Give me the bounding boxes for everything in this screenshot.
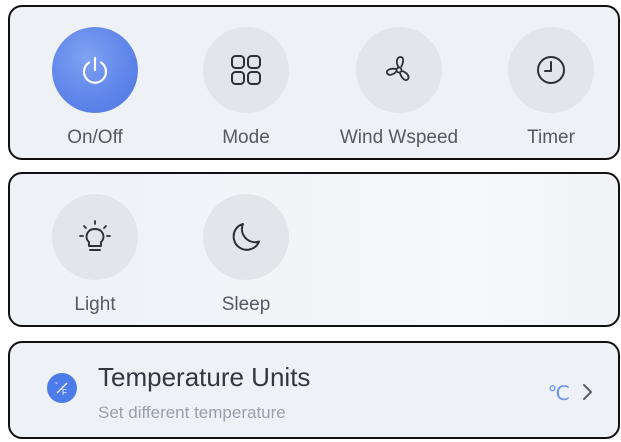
wind-speed-button[interactable] (356, 27, 442, 113)
light-control[interactable]: Light (35, 194, 155, 316)
wind-speed-label: Wind Wspeed (339, 127, 459, 148)
main-controls-card: On/Off Mode Wind Wspeed Timer (8, 5, 620, 160)
temperature-units-title: Temperature Units (98, 362, 311, 392)
mode-control[interactable]: Mode (186, 27, 306, 149)
timer-label: Timer (527, 127, 575, 148)
power-icon (82, 56, 108, 84)
chevron-right-icon (583, 384, 592, 400)
mode-label: Mode (222, 127, 270, 148)
light-button[interactable] (52, 194, 138, 280)
timer-control[interactable]: Timer (491, 27, 611, 149)
on-off-button[interactable] (52, 27, 138, 113)
modes-card: Light Sleep (8, 172, 620, 327)
temperature-units-value: ℃ (547, 383, 570, 405)
thermometer-units-icon: ° F (47, 373, 77, 403)
device-control-panel: On/Off Mode Wind Wspeed Timer Light Slee… (0, 0, 621, 442)
on-off-control[interactable]: On/Off (35, 27, 155, 149)
bulb-icon (79, 220, 111, 251)
on-off-label: On/Off (67, 127, 123, 148)
timer-button[interactable] (508, 27, 594, 113)
svg-text:F: F (62, 388, 67, 397)
fan-icon (386, 56, 410, 81)
sleep-button[interactable] (203, 194, 289, 280)
moon-icon (232, 223, 260, 251)
clock-icon (537, 56, 565, 84)
light-label: Light (74, 294, 116, 315)
temperature-units-subtitle: Set different temperature (98, 403, 286, 422)
wind-speed-control[interactable]: Wind Wspeed (339, 27, 459, 149)
sleep-control[interactable]: Sleep (186, 194, 306, 316)
grid-icon (231, 55, 261, 85)
mode-button[interactable] (203, 27, 289, 113)
temperature-units-row[interactable]: ° F Temperature Units Set different temp… (8, 341, 620, 439)
sleep-label: Sleep (221, 294, 271, 315)
svg-text:°: ° (55, 381, 58, 389)
